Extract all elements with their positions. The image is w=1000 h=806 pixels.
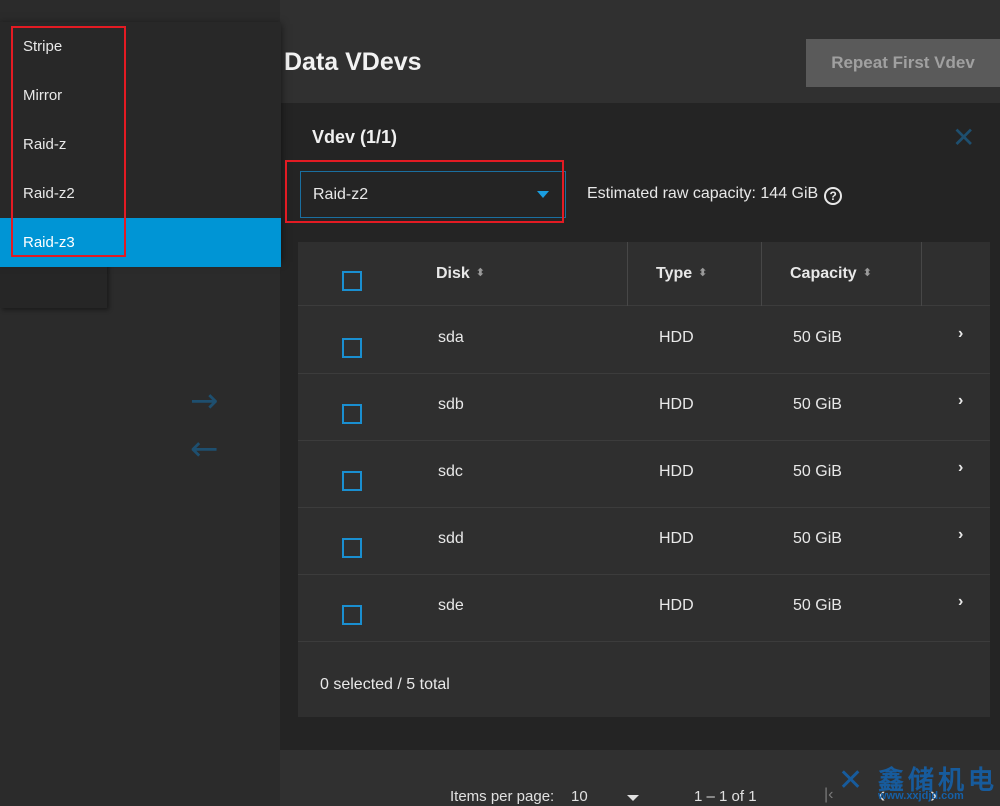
- disk-type: HDD: [659, 597, 694, 614]
- chevron-right-icon[interactable]: ›: [958, 459, 963, 477]
- row-checkbox[interactable]: [342, 538, 362, 558]
- sort-icon: ⬍: [698, 267, 708, 279]
- dropdown-option-raid-z[interactable]: Raid-z: [0, 120, 281, 169]
- sort-icon: ⬍: [475, 267, 486, 279]
- watermark-logo-icon: ✕: [838, 763, 864, 798]
- disk-capacity: 50 GiB: [793, 597, 842, 614]
- sort-icon: ⬍: [862, 267, 872, 279]
- layout-dropdown-panel: Stripe Mirror Raid-z Raid-z2 Raid-z3: [0, 22, 281, 267]
- disk-table: Disk ⬍ Type ⬍ Capacity ⬍ sda HDD 50 GiB › s…: [298, 242, 990, 717]
- selection-summary: 0 selected / 5 total: [320, 676, 450, 693]
- repeat-first-vdev-button[interactable]: Repeat First Vdev: [806, 39, 1000, 87]
- disk-name: sdc: [438, 463, 463, 480]
- layout-select-value: Raid-z2: [313, 186, 369, 203]
- chevron-right-icon[interactable]: ›: [958, 526, 963, 544]
- disk-capacity: 50 GiB: [793, 396, 842, 413]
- layout-select[interactable]: Raid-z2: [300, 171, 566, 218]
- arrow-right-icon[interactable]: →: [190, 384, 219, 418]
- estimated-capacity: Estimated raw capacity: 144 GiB?: [587, 185, 843, 205]
- table-row[interactable]: sdd HDD 50 GiB ›: [298, 508, 990, 575]
- page-title: Data VDevs: [284, 48, 422, 76]
- close-icon[interactable]: ✕: [952, 121, 975, 154]
- chevron-down-icon: [537, 191, 549, 198]
- select-all-checkbox[interactable]: [342, 271, 362, 291]
- capacity-text: Estimated raw capacity: 144 GiB: [587, 185, 819, 202]
- page-range: 1 – 1 of 1: [694, 788, 757, 805]
- help-icon[interactable]: ?: [824, 187, 843, 205]
- disk-name: sde: [438, 597, 464, 614]
- vdev-card: Vdev (1/1) ✕ Raid-z2 Estimated raw capac…: [280, 103, 1000, 750]
- watermark-url: www.xxjdjd.com: [878, 790, 964, 802]
- dropdown-option-raid-z2[interactable]: Raid-z2: [0, 169, 281, 218]
- table-row[interactable]: sdb HDD 50 GiB ›: [298, 374, 990, 441]
- chevron-right-icon[interactable]: ›: [958, 392, 963, 410]
- vdev-title: Vdev (1/1): [312, 127, 398, 147]
- disk-name: sdd: [438, 530, 464, 547]
- chevron-right-icon[interactable]: ›: [958, 325, 963, 343]
- disk-capacity: 50 GiB: [793, 463, 842, 480]
- row-checkbox[interactable]: [342, 471, 362, 491]
- chevron-down-icon[interactable]: [627, 795, 639, 801]
- column-header-type[interactable]: Type ⬍: [656, 242, 707, 306]
- disk-type: HDD: [659, 329, 694, 346]
- chevron-right-icon[interactable]: ›: [958, 593, 963, 611]
- disk-name: sdb: [438, 396, 464, 413]
- dropdown-option-mirror[interactable]: Mirror: [0, 71, 281, 120]
- column-header-disk[interactable]: Disk ⬍: [436, 242, 485, 306]
- column-divider: [761, 242, 762, 306]
- row-checkbox[interactable]: [342, 404, 362, 424]
- disk-name: sda: [438, 329, 464, 346]
- page: → ← Data VDevs Repeat First Vdev Vdev (1…: [0, 0, 1000, 806]
- items-per-page-label: Items per page:: [450, 788, 555, 805]
- arrow-left-icon[interactable]: ←: [190, 432, 219, 466]
- column-divider: [921, 242, 922, 306]
- disk-type: HDD: [659, 530, 694, 547]
- first-page-icon[interactable]: |‹: [824, 786, 833, 804]
- table-header: Disk ⬍ Type ⬍ Capacity ⬍: [298, 242, 990, 306]
- table-row[interactable]: sda HDD 50 GiB ›: [298, 307, 990, 374]
- column-divider: [627, 242, 628, 306]
- dropdown-option-stripe[interactable]: Stripe: [0, 22, 281, 71]
- dropdown-option-raid-z3[interactable]: Raid-z3: [0, 218, 281, 267]
- disk-capacity: 50 GiB: [793, 329, 842, 346]
- table-row[interactable]: sdc HDD 50 GiB ›: [298, 441, 990, 508]
- disk-capacity: 50 GiB: [793, 530, 842, 547]
- table-row[interactable]: sde HDD 50 GiB ›: [298, 575, 990, 642]
- items-per-page-select[interactable]: 10: [571, 788, 588, 805]
- disk-type: HDD: [659, 463, 694, 480]
- row-checkbox[interactable]: [342, 605, 362, 625]
- row-checkbox[interactable]: [342, 338, 362, 358]
- disk-type: HDD: [659, 396, 694, 413]
- column-header-capacity[interactable]: Capacity ⬍: [790, 242, 872, 306]
